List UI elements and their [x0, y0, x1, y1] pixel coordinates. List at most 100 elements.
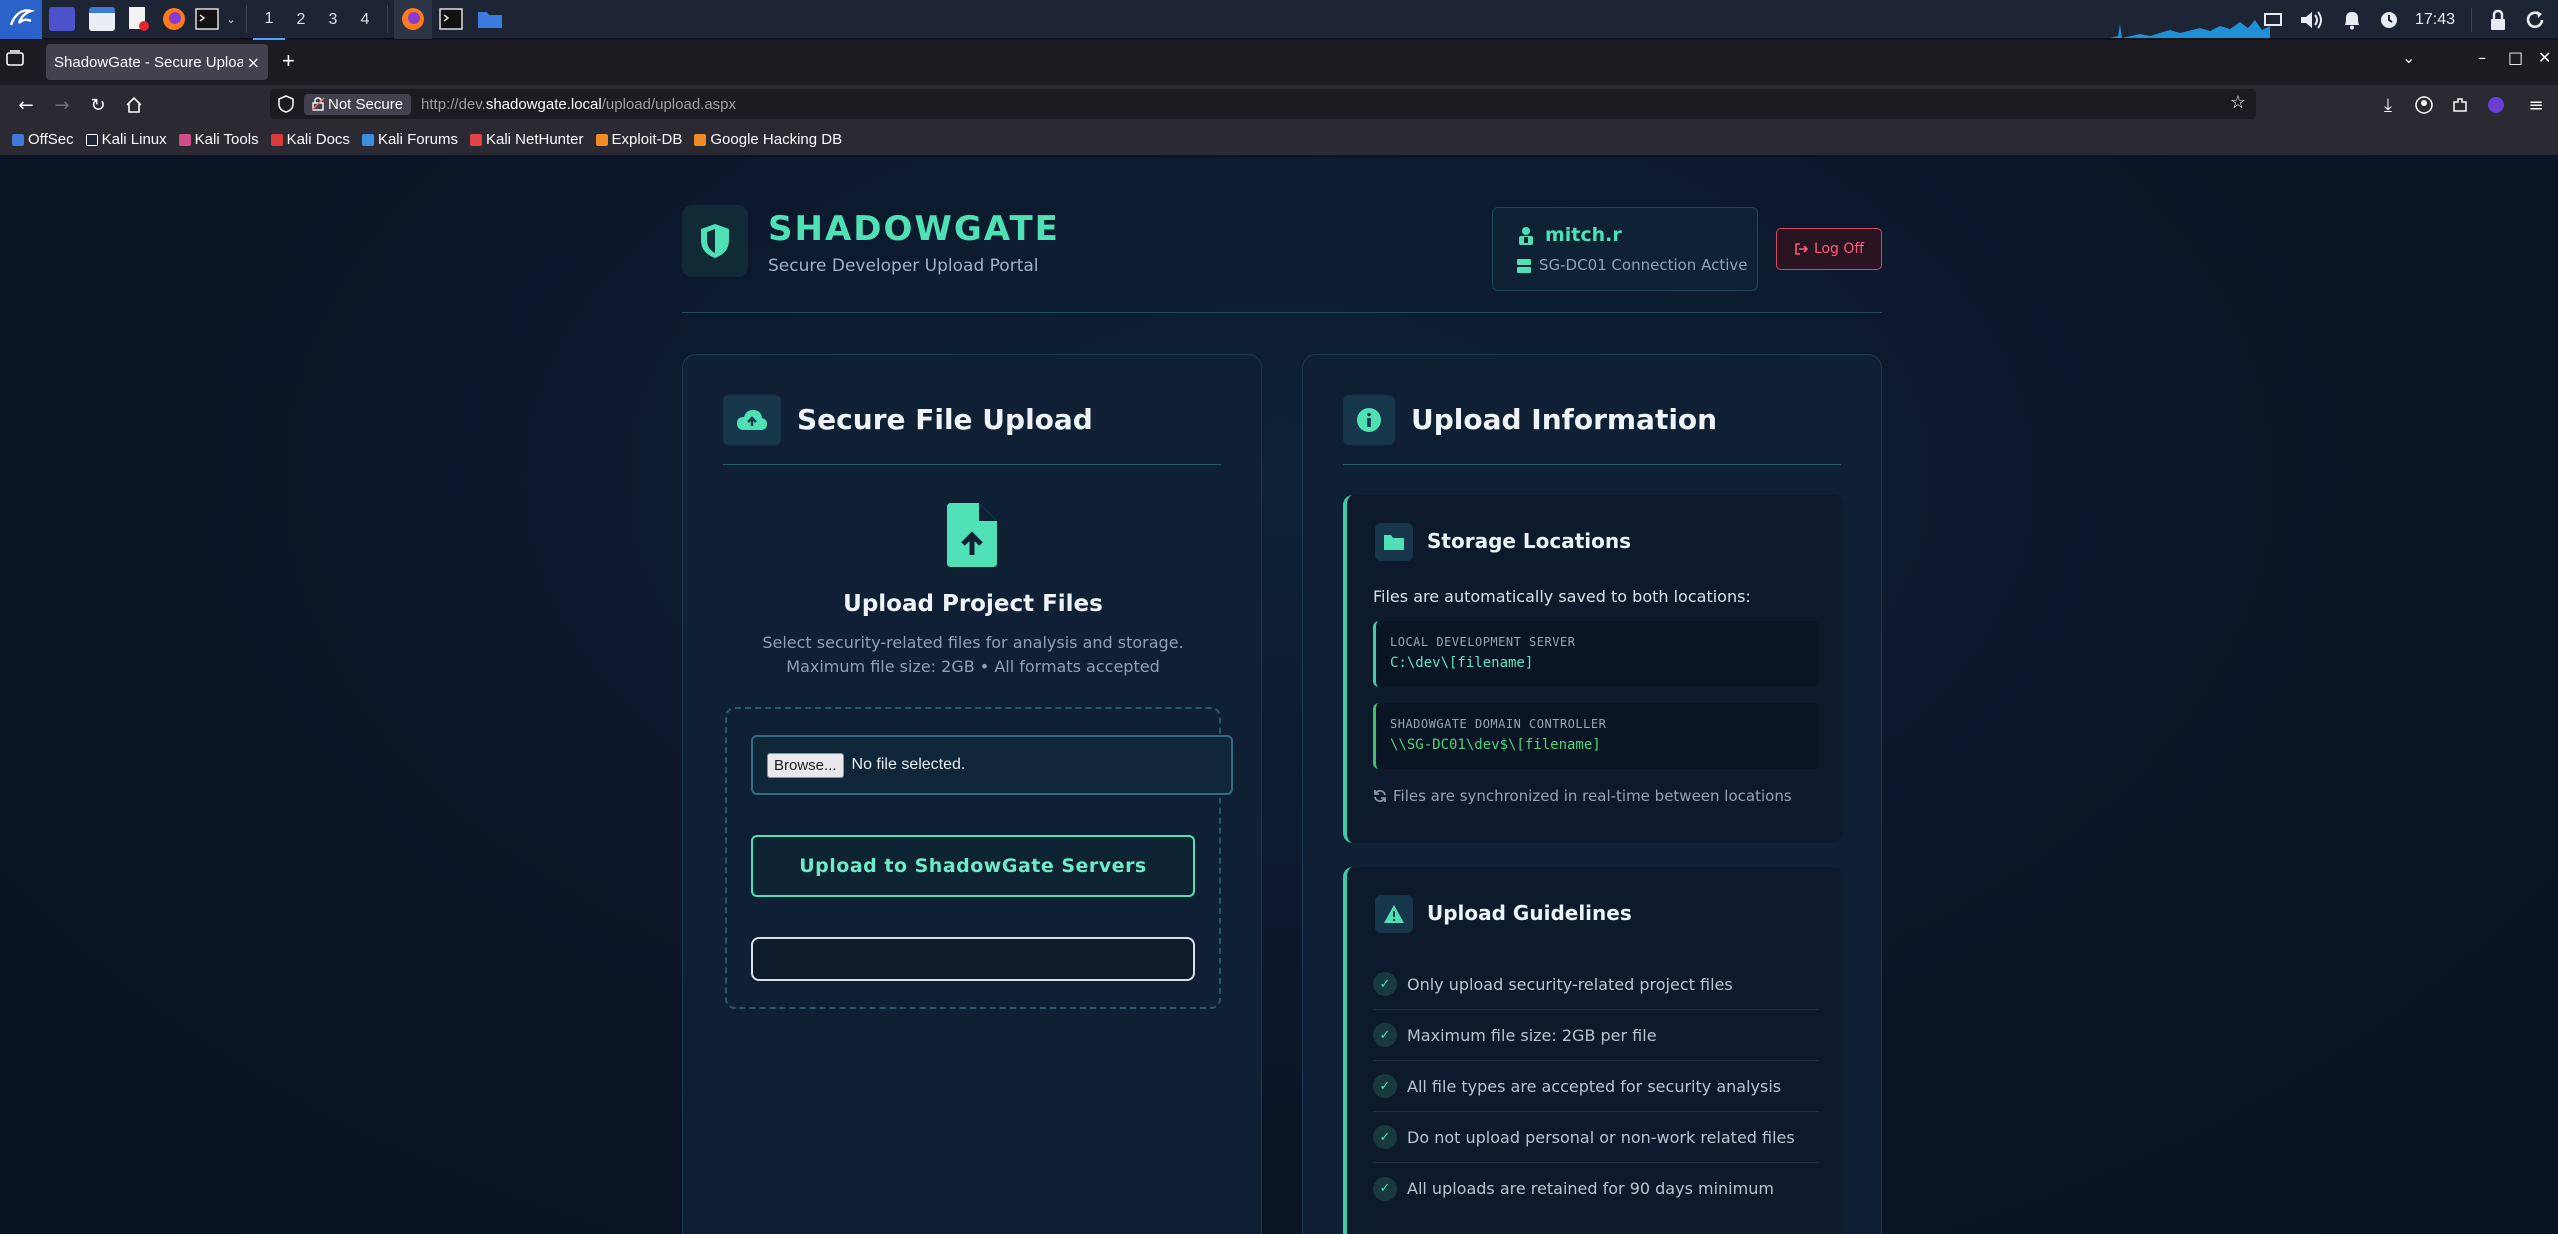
network-graph-icon [2110, 20, 2270, 38]
not-secure-badge[interactable]: Not Secure [304, 93, 412, 115]
kali-icon [85, 133, 98, 146]
clock[interactable]: 17:43 [2415, 11, 2455, 29]
upload-heading: Upload Project Files [843, 591, 1103, 617]
log-off-button[interactable]: Log Off [1776, 228, 1882, 270]
profile-extension-icon[interactable] [2482, 91, 2510, 119]
guideline-text: All file types are accepted for security… [1407, 1076, 1782, 1096]
maximize-icon[interactable]: □ [2508, 48, 2523, 67]
file-input[interactable]: Browse... No file selected. [751, 735, 1233, 795]
volume-icon[interactable] [2299, 9, 2325, 31]
chevron-down-icon[interactable]: ⌄ [222, 0, 240, 39]
terminal-icon[interactable] [192, 0, 222, 39]
bookmark-offsec[interactable]: OffSec [12, 131, 74, 148]
file-upload-icon [947, 503, 997, 567]
browser-nav-bar: ← → ↻ Not Secure http://dev.shadowgate.l… [0, 85, 2558, 124]
close-window-icon[interactable]: ✕ [2538, 48, 2551, 67]
browse-button[interactable]: Browse... [767, 752, 844, 778]
account-icon[interactable] [2410, 91, 2438, 119]
url-text[interactable]: http://dev.shadowgate.local/upload/uploa… [421, 96, 736, 113]
firefox-window-icon[interactable] [394, 0, 432, 39]
exploit-db-icon [595, 133, 608, 146]
bookmark-kali-docs[interactable]: Kali Docs [270, 131, 350, 148]
bookmark-star-icon[interactable]: ☆ [2230, 92, 2246, 113]
local-server-path: C:\dev\[filename] [1390, 655, 1534, 671]
text-editor-icon[interactable] [122, 0, 156, 39]
back-icon[interactable]: ← [12, 91, 40, 119]
sync-note: Files are synchronized in real-time betw… [1373, 787, 1792, 805]
ghdb-icon [694, 133, 707, 146]
browser-tab-bar: ShadowGate - Secure Upload × + ⌄ – □ ✕ [0, 40, 2558, 85]
bookmark-google-hacking-db[interactable]: Google Hacking DB [694, 131, 842, 148]
tab-shadowgate[interactable]: ShadowGate - Secure Upload × [46, 44, 268, 80]
brand-title: SHADOWGATE [768, 209, 1060, 249]
bookmark-exploit-db[interactable]: Exploit-DB [595, 131, 683, 148]
user-card: mitch.r SG-DC01 Connection Active [1492, 207, 1758, 291]
drop-zone[interactable]: Browse... No file selected. Upload to Sh… [725, 707, 1233, 1009]
tab-list-icon[interactable] [6, 50, 24, 70]
domain-controller-path: \\SG-DC01\dev$\[filename] [1390, 737, 1601, 753]
domain-controller-location: SHADOWGATE DOMAIN CONTROLLER \\SG-DC01\d… [1373, 703, 1819, 769]
storage-description: Files are automatically saved to both lo… [1373, 587, 1751, 606]
warning-icon [1375, 895, 1413, 933]
list-all-tabs-icon[interactable]: ⌄ [2402, 48, 2415, 67]
bookmark-label: Kali NetHunter [485, 131, 584, 148]
bookmark-kali-tools[interactable]: Kali Tools [178, 131, 259, 148]
upload-description: Select security-related files for analys… [683, 631, 1263, 679]
log-off-label: Log Off [1813, 241, 1865, 257]
check-icon: ✓ [1373, 972, 1397, 996]
workspace-4[interactable]: 4 [349, 0, 381, 39]
workspace-1[interactable]: 1 [253, 0, 285, 40]
bookmark-kali-forums[interactable]: Kali Forums [361, 131, 458, 148]
sync-icon [1374, 790, 1386, 802]
guideline-item: ✓ All file types are accepted for securit… [1373, 1061, 1819, 1112]
kali-menu-icon[interactable] [0, 0, 42, 39]
screen-icon[interactable] [2263, 11, 2283, 29]
file-input-status: No file selected. [851, 756, 966, 773]
tab-close-icon[interactable]: × [247, 53, 260, 72]
guideline-text: All uploads are retained for 90 days min… [1407, 1179, 1774, 1198]
info-card: Upload Information Storage Locations Fil… [1302, 354, 1882, 1234]
brand-tagline: Secure Developer Upload Portal [768, 256, 1039, 276]
upload-guidelines-panel: Upload Guidelines ✓ Only upload security-… [1343, 867, 1843, 1234]
firefox-icon[interactable] [156, 0, 192, 39]
url-bar[interactable]: Not Secure http://dev.shadowgate.local/u… [270, 89, 2256, 119]
bookmark-kali-nethunter[interactable]: Kali NetHunter [469, 131, 584, 148]
forward-icon[interactable]: → [48, 91, 76, 119]
bookmark-label: Kali Linux [101, 131, 167, 148]
upload-status-box [751, 937, 1195, 981]
not-secure-label: Not Secure [328, 95, 404, 113]
menu-icon[interactable]: ≡ [2522, 91, 2550, 119]
bookmarks-bar: OffSec Kali Linux Kali Tools Kali Docs K… [0, 124, 2558, 156]
bookmark-label: Exploit-DB [611, 131, 683, 148]
shield-icon[interactable] [278, 95, 294, 117]
upload-card-title: Secure File Upload [797, 403, 1093, 436]
guideline-item: ✓ Do not upload personal or non-work rela… [1373, 1112, 1819, 1163]
bell-icon[interactable] [2341, 9, 2363, 31]
file-manager-icon[interactable] [82, 0, 122, 39]
workspace-3[interactable]: 3 [317, 0, 349, 39]
reload-icon[interactable]: ↻ [84, 91, 112, 119]
lock-icon[interactable] [2488, 9, 2508, 31]
extensions-icon[interactable] [2446, 91, 2474, 119]
check-icon: ✓ [1373, 1074, 1397, 1098]
home-icon[interactable] [120, 91, 148, 119]
guideline-text: Maximum file size: 2GB per file [1407, 1025, 1657, 1045]
info-card-header: Upload Information [1343, 395, 1841, 465]
refresh-icon[interactable] [2524, 9, 2546, 31]
workspace-2[interactable]: 2 [285, 0, 317, 39]
downloads-icon[interactable]: ⤓ [2374, 91, 2402, 119]
info-icon [1343, 395, 1395, 445]
url-path: /upload/upload.aspx [601, 95, 737, 113]
power-icon[interactable] [2379, 10, 2399, 30]
user-icon [1519, 227, 1533, 245]
new-tab-button[interactable]: + [282, 48, 295, 74]
terminal-window-icon[interactable] [432, 0, 470, 39]
folder-window-icon[interactable] [470, 0, 510, 39]
kali-forums-icon [361, 133, 374, 146]
bookmark-kali-linux[interactable]: Kali Linux [85, 131, 167, 148]
check-icon: ✓ [1373, 1023, 1397, 1047]
minimize-icon[interactable]: – [2478, 48, 2486, 67]
desktop-icon[interactable] [42, 0, 82, 39]
upload-button[interactable]: Upload to ShadowGate Servers [751, 835, 1195, 897]
offsec-icon [12, 133, 24, 146]
